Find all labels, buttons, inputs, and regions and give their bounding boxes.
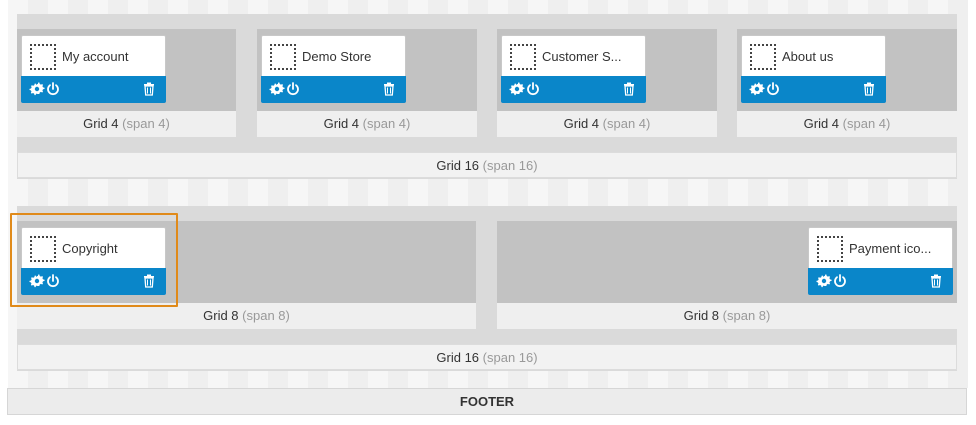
grid16-label-row-1: Grid 16 (span 16) xyxy=(17,152,957,178)
power-icon[interactable] xyxy=(45,81,61,97)
gear-icon[interactable] xyxy=(816,273,832,289)
grid4-label-3: Grid 4 (span 4) xyxy=(497,111,717,137)
module-title: Customer S... xyxy=(542,49,622,64)
module-title: Payment ico... xyxy=(849,241,932,256)
grid-span: (span 4) xyxy=(842,116,891,131)
module-toolbar xyxy=(808,268,953,295)
grid-name: Grid 16 xyxy=(436,350,480,365)
gear-icon[interactable] xyxy=(509,81,525,97)
module-title: My account xyxy=(62,49,129,64)
grid-span: (span 16) xyxy=(482,158,538,173)
grid-span: (span 16) xyxy=(482,350,538,365)
module-payment-icons[interactable]: Payment ico... xyxy=(808,227,953,295)
grid-span: (span 4) xyxy=(602,116,651,131)
footer-label: FOOTER xyxy=(459,394,515,409)
module-placeholder-icon xyxy=(750,44,776,70)
grid-name: Grid 4 xyxy=(83,116,119,131)
footer-section[interactable]: FOOTER xyxy=(7,388,967,415)
power-icon[interactable] xyxy=(525,81,541,97)
grid-name: Grid 16 xyxy=(436,158,480,173)
trash-icon[interactable] xyxy=(141,81,157,97)
module-toolbar xyxy=(261,76,406,103)
module-about-us[interactable]: About us xyxy=(741,35,886,103)
gear-icon[interactable] xyxy=(749,81,765,97)
grid-span: (span 8) xyxy=(242,308,290,323)
module-my-account[interactable]: My account xyxy=(21,35,166,103)
grid-span: (span 8) xyxy=(722,308,771,323)
grid-span: (span 4) xyxy=(362,116,411,131)
trash-icon[interactable] xyxy=(381,81,397,97)
trash-icon[interactable] xyxy=(928,273,944,289)
trash-icon[interactable] xyxy=(861,81,877,97)
grid8-label-2: Grid 8 (span 8) xyxy=(497,303,957,329)
module-customer-service[interactable]: Customer S... xyxy=(501,35,646,103)
grid-name: Grid 8 xyxy=(203,308,239,323)
selected-module-outline xyxy=(10,213,178,307)
gear-icon[interactable] xyxy=(269,81,285,97)
module-toolbar xyxy=(501,76,646,103)
grid16-label-row-2: Grid 16 (span 16) xyxy=(17,344,957,370)
trash-icon[interactable] xyxy=(621,81,637,97)
power-icon[interactable] xyxy=(765,81,781,97)
grid-name: Grid 4 xyxy=(323,116,360,131)
module-demo-store[interactable]: Demo Store xyxy=(261,35,406,103)
grid-span: (span 4) xyxy=(122,116,170,131)
module-title: About us xyxy=(782,49,834,64)
module-placeholder-icon xyxy=(30,44,56,70)
module-toolbar xyxy=(21,76,166,103)
grid4-label-2: Grid 4 (span 4) xyxy=(257,111,477,137)
module-toolbar xyxy=(741,76,886,103)
module-title: Demo Store xyxy=(302,49,372,64)
power-icon[interactable] xyxy=(285,81,301,97)
gear-icon[interactable] xyxy=(29,81,45,97)
grid4-label-1: Grid 4 (span 4) xyxy=(17,111,236,137)
module-placeholder-icon xyxy=(817,236,843,262)
grid-name: Grid 4 xyxy=(803,116,840,131)
module-placeholder-icon xyxy=(270,44,296,70)
module-placeholder-icon xyxy=(510,44,536,70)
grid-name: Grid 8 xyxy=(683,308,720,323)
power-icon[interactable] xyxy=(832,273,848,289)
grid4-label-4: Grid 4 (span 4) xyxy=(737,111,957,137)
grid-name: Grid 4 xyxy=(563,116,600,131)
